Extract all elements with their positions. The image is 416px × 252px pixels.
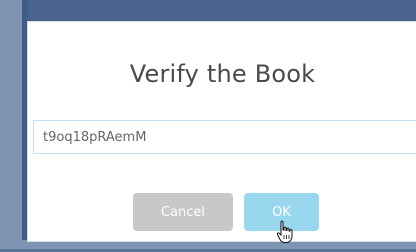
background-left-strip xyxy=(0,0,22,252)
cancel-button[interactable]: Cancel xyxy=(133,193,233,231)
dialog-title: Verify the Book xyxy=(129,60,316,88)
verify-dialog: Verify the Book Cancel OK xyxy=(27,21,416,242)
hand-pointer-icon xyxy=(276,220,293,243)
book-code-input[interactable] xyxy=(33,120,416,154)
